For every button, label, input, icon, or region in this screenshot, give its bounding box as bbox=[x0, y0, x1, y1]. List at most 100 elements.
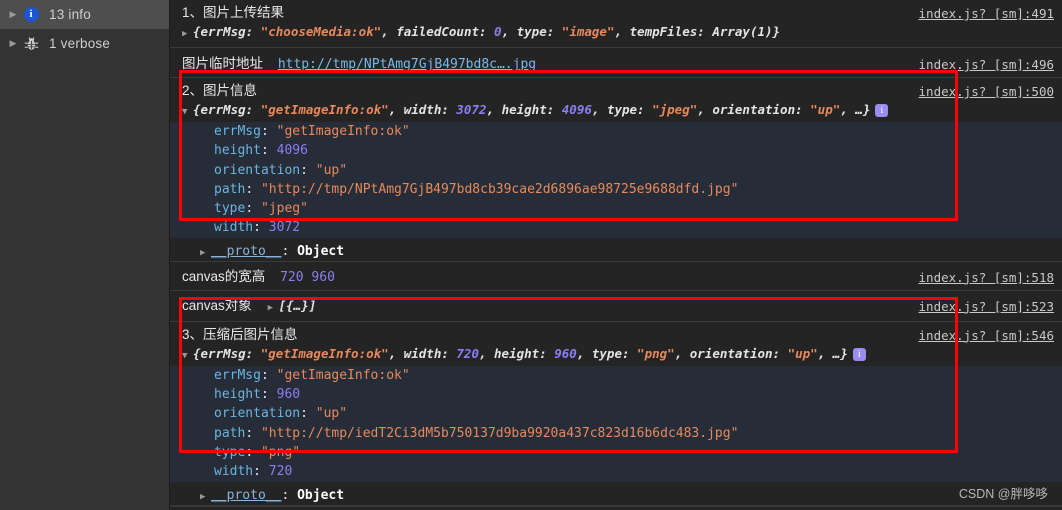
preview-open: {errMsg: bbox=[193, 345, 261, 361]
object-proto-row-image-info[interactable]: ▶ __proto__: Object bbox=[170, 238, 1062, 262]
property-value: 3072 bbox=[268, 220, 301, 236]
object-proto-row-compressed[interactable]: ▶ __proto__: Object bbox=[170, 482, 1062, 506]
object-property-row[interactable]: orientation: "up" bbox=[170, 404, 1062, 423]
source-link[interactable]: index.js? [sm]:491 bbox=[919, 4, 1054, 23]
bug-icon-svg bbox=[24, 36, 38, 50]
source-link[interactable]: index.js? [sm]:500 bbox=[919, 82, 1054, 101]
preview-sep-2: , type: bbox=[501, 24, 562, 39]
chevron-right-icon[interactable]: ▶ bbox=[200, 486, 211, 508]
object-property-row[interactable]: width: 3072 bbox=[170, 218, 1062, 237]
preview-sep-4: , orientation: bbox=[674, 345, 788, 361]
preview-sep-1: , width: bbox=[388, 102, 457, 117]
preview-width-value: 720 bbox=[456, 345, 479, 361]
preview-type-value: "png" bbox=[637, 345, 675, 361]
preview-sep-2: , height: bbox=[478, 345, 555, 361]
source-link[interactable]: index.js? [sm]:496 bbox=[919, 55, 1054, 74]
chevron-right-icon[interactable]: ▶ bbox=[182, 25, 193, 44]
preview-sep-3: , type: bbox=[576, 345, 638, 361]
property-value: 720 bbox=[268, 464, 293, 480]
object-property-row[interactable]: type: "jpeg" bbox=[170, 199, 1062, 218]
property-key: path bbox=[214, 181, 246, 197]
preview-close: , …} bbox=[817, 345, 848, 361]
property-key: height bbox=[214, 143, 261, 159]
chevron-down-icon[interactable]: ▼ bbox=[182, 103, 193, 122]
temp-url-link[interactable]: http://tmp/NPtAmg7GjB497bd8c….jpg bbox=[278, 57, 536, 72]
proto-key: __proto__ bbox=[211, 243, 282, 259]
preview-type-value: "image" bbox=[561, 24, 615, 39]
canvas-array-preview: [{…}] bbox=[278, 297, 317, 313]
info-badge-icon[interactable]: i bbox=[875, 104, 889, 117]
preview-orientation-value: "up" bbox=[810, 102, 841, 117]
property-key: errMsg bbox=[214, 367, 261, 383]
preview-sep-3: , type: bbox=[591, 102, 653, 117]
sidebar-item-info[interactable]: ▶ i 13 info bbox=[0, 0, 169, 29]
object-property-row[interactable]: height: 960 bbox=[170, 385, 1062, 404]
property-value: "png" bbox=[260, 444, 301, 460]
proto-value: Object bbox=[297, 243, 345, 259]
canvas-size-label: canvas的宽高 bbox=[182, 268, 266, 284]
property-value: 4096 bbox=[276, 143, 308, 159]
sidebar-item-verbose-label: 1 verbose bbox=[49, 36, 111, 51]
chevron-right-icon[interactable]: ▶ bbox=[200, 242, 211, 264]
property-key: width bbox=[214, 220, 254, 236]
property-value: "jpeg" bbox=[260, 201, 308, 217]
object-property-row[interactable]: path: "http://tmp/NPtAmg7GjB497bd8cb39ca… bbox=[170, 180, 1062, 199]
preview-sep-3: , tempFiles: bbox=[614, 24, 713, 39]
preview-tempfiles-value: Array(1) bbox=[712, 24, 773, 39]
object-property-row[interactable]: type: "png" bbox=[170, 443, 1062, 462]
source-link[interactable]: index.js? [sm]:546 bbox=[919, 326, 1054, 345]
info-circle-icon: i bbox=[20, 7, 42, 22]
chevron-right-icon[interactable]: ▶ bbox=[6, 10, 20, 19]
temp-url-label: 图片临时地址 bbox=[182, 56, 263, 71]
preview-sep-2: , height: bbox=[486, 102, 562, 117]
canvas-size-values: 720 960 bbox=[280, 269, 335, 285]
object-property-row[interactable]: width: 720 bbox=[170, 462, 1062, 481]
object-preview[interactable]: ▼ {errMsg: "getImageInfo:ok", width: 3072… bbox=[182, 100, 1062, 122]
object-property-row[interactable]: orientation: "up" bbox=[170, 161, 1062, 180]
source-link[interactable]: index.js? [sm]:518 bbox=[919, 268, 1054, 287]
object-property-row[interactable]: height: 4096 bbox=[170, 141, 1062, 160]
console-entry-canvas-object[interactable]: index.js? [sm]:523 canvas对象 ▶ [{…}] bbox=[170, 291, 1062, 322]
chevron-right-icon[interactable]: ▶ bbox=[6, 39, 20, 48]
preview-close: , …} bbox=[840, 102, 871, 117]
console-entry-image-info[interactable]: index.js? [sm]:500 2、图片信息 ▼ {errMsg: "get… bbox=[170, 78, 1062, 122]
object-preview[interactable]: ▶ {errMsg: "chooseMedia:ok", failedCount:… bbox=[182, 22, 1062, 44]
canvas-object-label: canvas对象 bbox=[182, 297, 252, 313]
console-entry-compressed-image-info[interactable]: index.js? [sm]:546 3、压缩后图片信息 ▼ {errMsg: "… bbox=[170, 322, 1062, 366]
console-message-list[interactable]: index.js? [sm]:491 1、图片上传结果 ▶ {errMsg: "c… bbox=[170, 0, 1062, 510]
chevron-right-icon[interactable]: ▶ bbox=[268, 299, 279, 318]
preview-sep-4: , orientation: bbox=[697, 102, 811, 117]
preview-type-value: "jpeg" bbox=[652, 102, 698, 117]
property-key: orientation bbox=[214, 162, 301, 178]
preview-errmsg-value: "getImageInfo:ok" bbox=[260, 102, 389, 117]
property-value: "up" bbox=[315, 162, 348, 178]
object-property-row[interactable]: errMsg: "getImageInfo:ok" bbox=[170, 366, 1062, 385]
property-value: "http://tmp/iedT2Ci3dM5b750137d9ba9920a4… bbox=[260, 425, 739, 441]
preview-open: {errMsg: bbox=[193, 24, 261, 39]
source-link[interactable]: index.js? [sm]:523 bbox=[919, 297, 1054, 316]
property-value: "getImageInfo:ok" bbox=[276, 367, 410, 383]
console-entry-canvas-size[interactable]: index.js? [sm]:518 canvas的宽高 720 960 bbox=[170, 262, 1062, 291]
console-entry-temp-url[interactable]: index.js? [sm]:496 图片临时地址 http://tmp/NPt… bbox=[170, 48, 1062, 78]
preview-height-value: 4096 bbox=[561, 102, 592, 117]
devtools-console-window: ▶ i 13 info ▶ 1 verbose index.js? [sm]:4… bbox=[0, 0, 1062, 510]
preview-height-value: 960 bbox=[554, 345, 577, 361]
sidebar-item-verbose[interactable]: ▶ 1 verbose bbox=[0, 29, 169, 58]
console-sidebar: ▶ i 13 info ▶ 1 verbose bbox=[0, 0, 170, 510]
console-entry-upload-result[interactable]: index.js? [sm]:491 1、图片上传结果 ▶ {errMsg: "c… bbox=[170, 0, 1062, 48]
chevron-down-icon[interactable]: ▼ bbox=[182, 347, 193, 366]
object-property-row[interactable]: path: "http://tmp/iedT2Ci3dM5b750137d9ba… bbox=[170, 424, 1062, 443]
property-value: "http://tmp/NPtAmg7GjB497bd8cb39cae2d689… bbox=[260, 181, 739, 197]
preview-sep-1: , failedCount: bbox=[381, 24, 495, 39]
bug-icon bbox=[20, 36, 42, 51]
info-badge-icon[interactable]: i bbox=[852, 347, 866, 361]
preview-close: } bbox=[772, 24, 781, 39]
property-value: 960 bbox=[276, 387, 301, 403]
object-preview[interactable]: ▼ {errMsg: "getImageInfo:ok", width: 720,… bbox=[182, 344, 1062, 366]
preview-width-value: 3072 bbox=[456, 102, 487, 117]
property-key: path bbox=[214, 425, 246, 441]
proto-key: __proto__ bbox=[211, 487, 282, 503]
property-key: type bbox=[214, 201, 246, 217]
property-key: width bbox=[214, 464, 254, 480]
object-property-row[interactable]: errMsg: "getImageInfo:ok" bbox=[170, 122, 1062, 141]
